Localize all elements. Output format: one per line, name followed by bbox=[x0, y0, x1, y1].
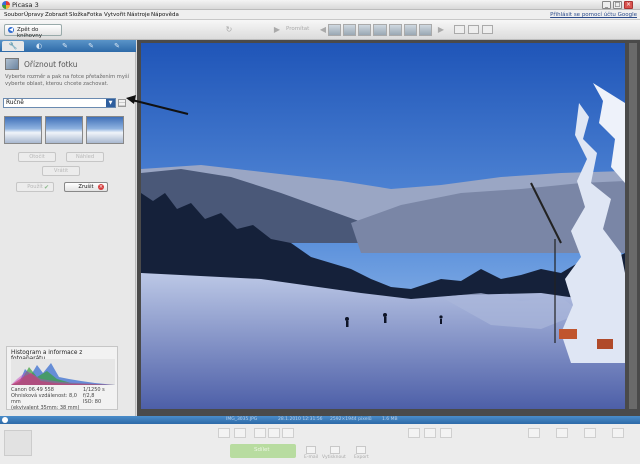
crop-icon bbox=[5, 58, 19, 70]
title-bar: Picasa 3 _ □ × bbox=[0, 0, 640, 10]
export-icon[interactable] bbox=[356, 446, 366, 454]
next-icon[interactable]: ▶ bbox=[436, 25, 446, 35]
picasa-logo-icon bbox=[2, 1, 10, 9]
crop-instructions: Vyberte rozměr a pak na fotce přetažením… bbox=[5, 74, 130, 87]
apply-button[interactable]: Použít ✔ bbox=[16, 182, 54, 192]
filmstrip-thumb[interactable] bbox=[358, 24, 372, 36]
filmstrip-thumb[interactable] bbox=[403, 24, 417, 36]
file-size: 1.6 MB bbox=[382, 417, 398, 422]
menu-file[interactable]: Soubor bbox=[4, 12, 23, 18]
status-icon bbox=[2, 417, 8, 423]
file-date: 28.1.2010 12:31:56 bbox=[278, 417, 323, 422]
rotate-button[interactable]: Otočit bbox=[18, 152, 56, 162]
back-to-library-label: Zpět do knihovny bbox=[17, 27, 43, 39]
maximize-button[interactable]: □ bbox=[613, 1, 622, 9]
filmstrip-thumb[interactable] bbox=[388, 24, 402, 36]
share-button[interactable]: Sdílet bbox=[230, 444, 296, 458]
photo-scrollbar[interactable] bbox=[629, 43, 637, 409]
winter-landscape-photo bbox=[141, 43, 625, 409]
star-icon[interactable] bbox=[282, 428, 294, 438]
rotate-right-icon[interactable] bbox=[268, 428, 280, 438]
reset-button[interactable]: Vrátit bbox=[42, 166, 80, 176]
close-button[interactable]: × bbox=[624, 1, 633, 9]
label-icon[interactable] bbox=[584, 428, 596, 438]
tray-thumb[interactable] bbox=[4, 430, 32, 456]
crop-preset-thumb[interactable] bbox=[45, 116, 83, 144]
edit-tabs: 🔧 ◐ ✎ ✎ ✎ bbox=[0, 40, 136, 52]
location-icon[interactable] bbox=[556, 428, 568, 438]
arrow-left-icon: ◀ bbox=[8, 27, 14, 33]
focal-equivalent: (ekvivalent 35mm: 38 mm) bbox=[11, 405, 80, 411]
status-bar: IMG_3035.JPG 28.1.2010 12:31:56 2592×194… bbox=[0, 416, 640, 424]
share-label: Sdílet bbox=[254, 447, 270, 453]
tab-effects-2[interactable]: ✎ bbox=[80, 41, 102, 51]
edit-panel: 🔧 ◐ ✎ ✎ ✎ Oříznout fotku Vyberte rozměr … bbox=[0, 40, 136, 416]
histogram-panel: Histogram a informace z fotoaparátu Cano… bbox=[6, 346, 118, 411]
email-icon[interactable] bbox=[306, 446, 316, 454]
chevron-down-icon[interactable]: ▼ bbox=[106, 99, 115, 107]
previous-icon[interactable]: ◀ bbox=[318, 25, 328, 35]
grid-icon[interactable] bbox=[118, 99, 126, 107]
file-dimensions: 2592×1944 pixelů bbox=[330, 417, 372, 422]
single-view-button[interactable] bbox=[454, 25, 465, 34]
crop-preset-thumb[interactable] bbox=[86, 116, 124, 144]
aspect-ratio-select[interactable]: Ručně ▼ bbox=[3, 98, 116, 108]
print-label: Vytisknout bbox=[322, 455, 346, 460]
export-label: Export bbox=[354, 455, 369, 460]
cancel-label: Zrušit bbox=[78, 184, 94, 190]
preview-button[interactable]: Náhled bbox=[66, 152, 104, 162]
menu-folder[interactable]: Složka bbox=[69, 12, 87, 18]
window-title: Picasa 3 bbox=[12, 1, 39, 9]
tab-basic-fixes[interactable]: 🔧 bbox=[2, 41, 24, 51]
tag-icon[interactable] bbox=[408, 428, 420, 438]
iso-value: ISO: 80 bbox=[83, 399, 102, 405]
photo-canvas[interactable] bbox=[141, 43, 625, 409]
clear-icon[interactable] bbox=[234, 428, 246, 438]
print-icon[interactable] bbox=[330, 446, 340, 454]
rotate-left-icon[interactable] bbox=[254, 428, 266, 438]
file-name: IMG_3035.JPG bbox=[226, 417, 258, 422]
photo-viewer bbox=[137, 40, 640, 416]
apply-label: Použít bbox=[27, 184, 43, 190]
minimize-button[interactable]: _ bbox=[602, 1, 611, 9]
hold-icon[interactable] bbox=[218, 428, 230, 438]
menu-photo[interactable]: Fotka bbox=[87, 12, 102, 18]
toolbar: ◀ Zpět do knihovny ↻ ▶ Promítat ◀ ▶ bbox=[0, 20, 640, 40]
cancel-button[interactable]: Zrušit × bbox=[64, 182, 108, 192]
filmstrip-thumb[interactable] bbox=[343, 24, 357, 36]
slideshow-label: Promítat bbox=[286, 26, 310, 32]
people-icon[interactable] bbox=[424, 428, 436, 438]
tab-effects[interactable]: ✎ bbox=[54, 41, 76, 51]
zoom-icon[interactable] bbox=[440, 428, 452, 438]
rotate-icon[interactable]: ↻ bbox=[224, 25, 234, 35]
photo-tray: Sdílet E-mail Vytisknout Export bbox=[0, 424, 640, 464]
histogram-graph bbox=[11, 359, 115, 385]
filmstrip-thumb[interactable] bbox=[328, 24, 342, 36]
cancel-icon: × bbox=[98, 184, 104, 190]
tab-tuning[interactable]: ◐ bbox=[28, 41, 50, 51]
person-icon[interactable] bbox=[528, 428, 540, 438]
back-to-library-button[interactable]: ◀ Zpět do knihovny bbox=[4, 24, 62, 39]
compare-view-button[interactable] bbox=[468, 25, 479, 34]
menu-tools[interactable]: Nástroje bbox=[127, 12, 150, 18]
crop-title: Oříznout fotku bbox=[24, 60, 78, 69]
check-icon: ✔ bbox=[43, 184, 49, 191]
menu-help[interactable]: Nápověda bbox=[151, 12, 179, 18]
google-signin-link[interactable]: Přihlásit se pomocí účtu Google bbox=[550, 12, 637, 18]
play-icon[interactable]: ▶ bbox=[272, 25, 282, 35]
tab-effects-3[interactable]: ✎ bbox=[106, 41, 128, 51]
info-icon[interactable] bbox=[612, 428, 624, 438]
email-label: E-mail bbox=[304, 455, 319, 460]
filmstrip-thumb[interactable] bbox=[373, 24, 387, 36]
menu-bar: Soubor Úpravy Zobrazit Složka Fotka Vytv… bbox=[0, 10, 640, 20]
menu-create[interactable]: Vytvořit bbox=[104, 12, 126, 18]
filmstrip bbox=[328, 24, 432, 36]
split-view-button[interactable] bbox=[482, 25, 493, 34]
crop-preset-thumb[interactable] bbox=[4, 116, 42, 144]
menu-edit[interactable]: Úpravy bbox=[24, 12, 44, 18]
menu-view[interactable]: Zobrazit bbox=[45, 12, 68, 18]
filmstrip-thumb[interactable] bbox=[418, 24, 432, 36]
aspect-ratio-value: Ručně bbox=[6, 100, 24, 106]
